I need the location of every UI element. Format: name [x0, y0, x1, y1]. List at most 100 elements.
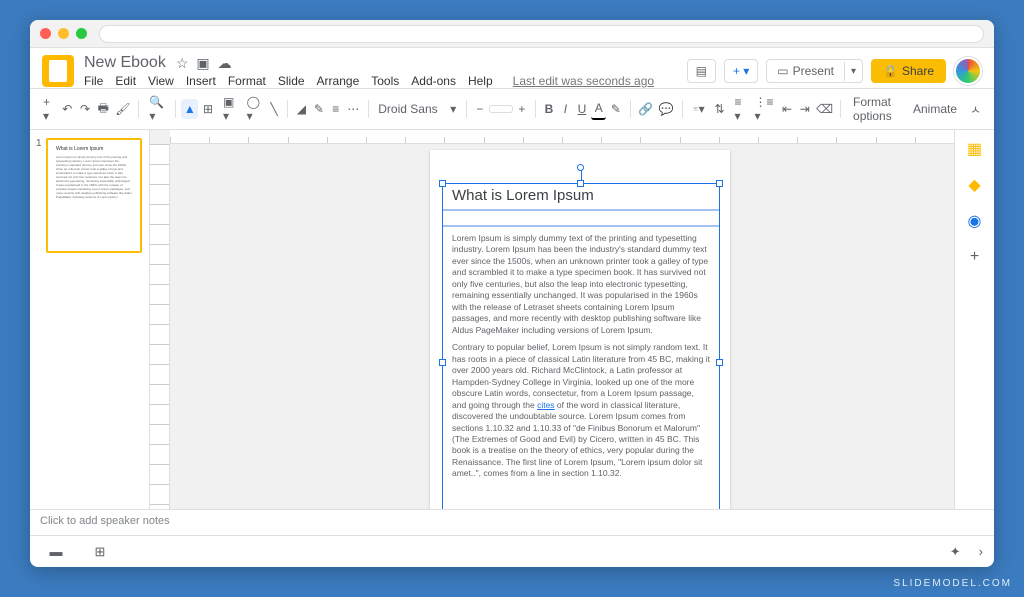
font-family-dropdown[interactable]: ▾	[446, 99, 460, 119]
filmstrip-view-button[interactable]: ▬	[36, 540, 76, 563]
star-icon[interactable]: ☆	[176, 55, 189, 72]
addon-plus-icon[interactable]: +	[966, 248, 984, 266]
decrease-font[interactable]: −	[473, 99, 487, 119]
bottom-bar: ▬ ⊞ ✦ ›	[30, 535, 994, 567]
present-dropdown[interactable]: ▾	[844, 62, 862, 81]
browser-window: New Ebook ☆ ▣ ☁ File Edit View Insert Fo…	[30, 20, 994, 567]
clear-formatting[interactable]: ⌫	[815, 99, 835, 119]
fill-color[interactable]: ◢	[294, 99, 309, 119]
share-button[interactable]: 🔒 Share	[871, 59, 946, 83]
maximize-window-icon[interactable]	[76, 28, 87, 39]
slide-thumbnail-1[interactable]: What is Lorem Ipsum Lorem Ipsum is simpl…	[46, 138, 142, 253]
cloud-icon[interactable]: ☁	[218, 55, 232, 72]
resize-handle-ml[interactable]	[439, 359, 446, 366]
animate-button[interactable]: Animate	[907, 100, 963, 118]
align-button[interactable]: ▾	[688, 99, 710, 119]
line-spacing[interactable]: ⇅	[712, 99, 728, 119]
menu-insert[interactable]: Insert	[186, 74, 216, 88]
account-avatar[interactable]	[954, 57, 982, 85]
zoom-button[interactable]: 🔍 ▾	[145, 92, 169, 126]
right-actions: ▤ + ▾ ▭ Present ▾ 🔒 Share	[687, 57, 982, 85]
keep-icon[interactable]: ◆	[966, 176, 984, 194]
border-dash[interactable]: ⋯	[345, 99, 362, 119]
present-button[interactable]: ▭ Present	[767, 60, 844, 82]
border-color[interactable]: ✎	[311, 99, 327, 119]
increase-indent[interactable]: ⇥	[797, 99, 813, 119]
underline-button[interactable]: U	[574, 99, 589, 119]
browser-chrome	[30, 20, 994, 48]
toolbar: + ▾ ↶ ↷ 🖶 🖌 🔍 ▾ ▲ ⊞ ▣ ▾ ◯ ▾ ╲ ◢ ✎ ≡ ⋯ Dr…	[30, 88, 994, 130]
menu-file[interactable]: File	[84, 74, 103, 88]
menu-addons[interactable]: Add-ons	[411, 74, 456, 88]
highlight-button[interactable]: ✎	[608, 99, 624, 119]
rotate-handle[interactable]	[577, 164, 584, 171]
menu-bar: File Edit View Insert Format Slide Arran…	[84, 74, 687, 88]
chevron-right-icon[interactable]: ›	[974, 541, 988, 562]
move-icon[interactable]: ▣	[196, 55, 209, 72]
shape-tool[interactable]: ◯ ▾	[242, 92, 265, 126]
textbox-tool[interactable]: ⊞	[200, 99, 216, 119]
image-tool[interactable]: ▣ ▾	[218, 92, 240, 126]
paint-format-button[interactable]: 🖌	[113, 99, 132, 119]
text-color-button[interactable]: A	[591, 98, 606, 120]
font-family[interactable]: Droid Sans	[374, 100, 444, 118]
tasks-icon[interactable]: ◉	[966, 212, 984, 230]
collapse-toolbar[interactable]: ㅅ	[965, 98, 986, 121]
separator	[466, 100, 467, 118]
menu-view[interactable]: View	[148, 74, 174, 88]
rotate-handle-line	[581, 170, 582, 180]
border-weight[interactable]: ≡	[329, 99, 343, 119]
window-controls	[40, 28, 87, 39]
speaker-notes[interactable]: Click to add speaker notes	[30, 509, 994, 535]
address-bar[interactable]	[99, 25, 984, 43]
calendar-icon[interactable]: ▦	[966, 140, 984, 158]
font-size[interactable]	[489, 105, 513, 113]
resize-handle-tl[interactable]	[439, 180, 446, 187]
menu-arrange[interactable]: Arrange	[317, 74, 360, 88]
resize-handle-mr[interactable]	[716, 359, 723, 366]
close-window-icon[interactable]	[40, 28, 51, 39]
selection-box[interactable]	[442, 183, 720, 509]
select-tool[interactable]: ▲	[181, 99, 198, 119]
italic-button[interactable]: I	[558, 99, 572, 119]
menu-format[interactable]: Format	[228, 74, 266, 88]
thumbnail-panel: 1 What is Lorem Ipsum Lorem Ipsum is sim…	[30, 130, 150, 509]
separator	[368, 100, 369, 118]
menu-help[interactable]: Help	[468, 74, 493, 88]
menu-edit[interactable]: Edit	[115, 74, 136, 88]
insert-link[interactable]: 🔗	[636, 99, 655, 119]
comments-button[interactable]: ▤	[687, 59, 716, 83]
edit-status[interactable]: Last edit was seconds ago	[513, 74, 654, 88]
slides-logo[interactable]	[42, 55, 74, 87]
thumb-body: Lorem Ipsum is simply dummy text of the …	[56, 155, 132, 199]
resize-handle-tr[interactable]	[716, 180, 723, 187]
undo-button[interactable]: ↶	[59, 99, 75, 119]
decrease-indent[interactable]: ⇤	[779, 99, 795, 119]
title-bar: New Ebook ☆ ▣ ☁ File Edit View Insert Fo…	[30, 48, 994, 88]
menu-tools[interactable]: Tools	[371, 74, 399, 88]
separator	[175, 100, 176, 118]
canvas[interactable]: What is Lorem Ipsum Lorem Ipsum is simpl…	[150, 130, 954, 509]
resize-handle-tm[interactable]	[577, 180, 584, 187]
numbered-list[interactable]: ≡ ▾	[729, 92, 748, 126]
new-slide-toolbar[interactable]: + ▾	[38, 92, 57, 126]
bold-button[interactable]: B	[541, 99, 556, 119]
line-tool[interactable]: ╲	[267, 99, 281, 119]
present-combo: ▭ Present ▾	[766, 59, 863, 83]
document-title[interactable]: New Ebook	[84, 54, 166, 72]
share-label: Share	[902, 64, 934, 78]
redo-button[interactable]: ↷	[77, 99, 93, 119]
separator	[840, 100, 841, 118]
print-button[interactable]: 🖶	[95, 96, 112, 123]
watermark: SLIDEMODEL.COM	[893, 578, 1012, 589]
menu-slide[interactable]: Slide	[278, 74, 305, 88]
format-options-button[interactable]: Format options	[847, 93, 905, 125]
increase-font[interactable]: +	[515, 99, 529, 119]
insert-comment[interactable]: 💬	[657, 99, 676, 119]
new-slide-button[interactable]: + ▾	[724, 59, 758, 83]
bulleted-list[interactable]: ⋮≡ ▾	[751, 92, 777, 126]
title-info: New Ebook ☆ ▣ ☁ File Edit View Insert Fo…	[84, 54, 687, 88]
minimize-window-icon[interactable]	[58, 28, 69, 39]
grid-view-button[interactable]: ⊞	[80, 540, 120, 564]
explore-button[interactable]: ✦	[945, 541, 966, 563]
